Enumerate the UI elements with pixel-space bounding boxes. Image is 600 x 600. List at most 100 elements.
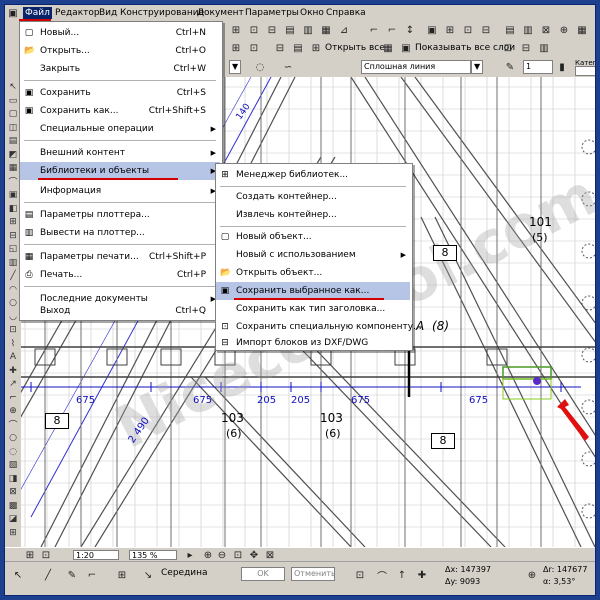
origin-icon[interactable]: ⊕ bbox=[525, 568, 539, 582]
scale-field[interactable]: 1:20 bbox=[73, 550, 119, 560]
toolbox-tool-icon[interactable]: ▦ bbox=[7, 162, 19, 174]
toolbox-tool-icon[interactable]: ◡ bbox=[7, 311, 19, 323]
line-icon[interactable]: ╱ bbox=[41, 568, 55, 582]
toolbox-tool-icon[interactable]: ○ bbox=[7, 432, 19, 444]
toolbox-tool-icon[interactable]: ⊞ bbox=[7, 527, 19, 539]
fit-window-icon[interactable]: ⊠ bbox=[263, 548, 277, 562]
show-layers-icon[interactable]: ▣ bbox=[399, 41, 413, 55]
tool-icon[interactable]: ⊡ bbox=[247, 23, 261, 37]
zoom-field[interactable]: 135 % bbox=[129, 550, 177, 560]
menu-edit[interactable]: Редактор bbox=[53, 7, 102, 19]
snap-icon[interactable]: ↘ bbox=[141, 568, 155, 582]
toolbox-tool-icon[interactable]: ⌒ bbox=[7, 176, 19, 188]
zoom-dropdown-icon[interactable]: ▸ bbox=[183, 548, 197, 562]
pen-number-field[interactable]: 1 bbox=[523, 60, 553, 74]
tool-icon[interactable]: ⌒ bbox=[375, 568, 389, 583]
toolbox-tool-icon[interactable]: ◪ bbox=[7, 513, 19, 525]
tool-icon[interactable]: ⊿ bbox=[337, 23, 351, 37]
toolbox-tool-icon[interactable]: ◧ bbox=[7, 203, 19, 215]
zoom-window-icon[interactable]: ⊡ bbox=[231, 548, 245, 562]
zoom-out-icon[interactable]: ⊖ bbox=[215, 548, 229, 562]
tool-icon[interactable]: ⌐ bbox=[367, 23, 381, 37]
menu-item-print-setup[interactable]: ▦ Параметры печати... Ctrl+Shift+P bbox=[20, 248, 220, 266]
tool-icon[interactable]: ⊟ bbox=[479, 23, 493, 37]
toolbox-tool-icon[interactable]: ◫ bbox=[7, 122, 19, 134]
toolbox-tool-icon[interactable]: ◌ bbox=[7, 446, 19, 458]
menu-item-plot[interactable]: ▥ Вывести на плоттер... bbox=[20, 224, 220, 242]
menu-item-information[interactable]: Информация ▶ bbox=[20, 182, 220, 200]
menu-item-save[interactable]: ▣ Сохранить Ctrl+S bbox=[20, 84, 220, 102]
tool-icon[interactable]: ⊞ bbox=[443, 23, 457, 37]
toolbox-tool-icon[interactable]: ○ bbox=[7, 297, 19, 309]
tool-icon[interactable]: ↑ bbox=[395, 568, 409, 582]
layers-icon[interactable]: ▦ bbox=[381, 41, 395, 55]
menu-file[interactable]: Файл bbox=[23, 7, 52, 19]
menu-design[interactable]: Конструирование bbox=[118, 7, 206, 19]
zoom-in-icon[interactable]: ⊕ bbox=[201, 548, 215, 562]
menu-item-create-container[interactable]: Создать контейнер... bbox=[216, 188, 410, 206]
toolbox-tool-icon[interactable]: ▤ bbox=[7, 135, 19, 147]
toolbox-tool-icon[interactable]: ⌒ bbox=[7, 419, 19, 431]
line-type-dropdown-arrow[interactable]: ▼ bbox=[471, 60, 483, 74]
toolbox-tool-icon[interactable]: ↖ bbox=[7, 81, 19, 93]
grid-snap-icon[interactable]: ⊞ bbox=[115, 568, 129, 582]
menu-item-extract-container[interactable]: Извлечь контейнер... bbox=[216, 206, 410, 224]
snap-icon[interactable]: ⌐ bbox=[85, 568, 99, 582]
menu-window[interactable]: Окно bbox=[298, 7, 326, 19]
cancel-button[interactable]: Отменить bbox=[291, 567, 335, 581]
menu-item-new-object[interactable]: ▢ Новый объект... bbox=[216, 228, 410, 246]
tool-icon[interactable]: ⊡ bbox=[353, 568, 367, 582]
tool-icon[interactable]: ⊞ bbox=[229, 23, 243, 37]
toolbox-tool-icon[interactable]: ⌇ bbox=[7, 338, 19, 350]
open-all-icon[interactable]: ⊞ bbox=[309, 41, 323, 55]
menu-document[interactable]: Документ bbox=[195, 7, 246, 19]
pointer-icon[interactable]: ↖ bbox=[11, 568, 25, 582]
menu-help[interactable]: Справка bbox=[324, 7, 368, 19]
tool-icon[interactable]: ⊕ bbox=[557, 23, 571, 37]
toolbox-tool-icon[interactable]: ✚ bbox=[7, 365, 19, 377]
menu-item-close[interactable]: Закрыть Ctrl+W bbox=[20, 60, 220, 78]
tool-icon[interactable]: ↕ bbox=[403, 23, 417, 37]
tool-icon[interactable]: ▣ bbox=[425, 23, 439, 37]
layers-icon[interactable]: ⊡ bbox=[39, 548, 53, 562]
toolbox-tool-icon[interactable]: ⊠ bbox=[7, 486, 19, 498]
tool-icon[interactable]: ▤ bbox=[291, 41, 305, 55]
tool-icon[interactable]: ▥ bbox=[537, 41, 551, 55]
tool-icon[interactable]: ⊟ bbox=[273, 41, 287, 55]
tool-icon[interactable]: ▤ bbox=[503, 23, 517, 37]
menu-item-special-ops[interactable]: Специальные операции ▶ bbox=[20, 120, 220, 138]
tool-icon[interactable]: ⊟ bbox=[519, 41, 533, 55]
menu-item-import-dxf-blocks[interactable]: ⊟ Импорт блоков из DXF/DWG bbox=[216, 334, 410, 352]
menu-item-library-manager[interactable]: ⊞ Менеджер библиотек... bbox=[216, 166, 410, 184]
toolbox-tool-icon[interactable]: ▧ bbox=[7, 459, 19, 471]
toolbox-tool-icon[interactable]: ↗ bbox=[7, 378, 19, 390]
toolbox-tool-icon[interactable]: ◨ bbox=[7, 473, 19, 485]
toolbox-tool-icon[interactable]: ◩ bbox=[7, 149, 19, 161]
toolbox-tool-icon[interactable]: ▥ bbox=[7, 257, 19, 269]
tool-icon[interactable]: ⊡ bbox=[461, 23, 475, 37]
tool-icon[interactable]: ⊡ bbox=[247, 41, 261, 55]
menu-item-new[interactable]: ▢ Новый... Ctrl+N bbox=[20, 24, 220, 42]
tool-icon[interactable]: ▦ bbox=[319, 23, 333, 37]
open-all-button[interactable]: Открыть все bbox=[325, 41, 385, 55]
tool-icon[interactable]: ⌐ bbox=[385, 23, 399, 37]
toolbox-tool-icon[interactable]: ◠ bbox=[7, 284, 19, 296]
menu-options[interactable]: Параметры bbox=[243, 7, 301, 19]
menu-item-new-using[interactable]: Новый с использованием ▶ bbox=[216, 246, 410, 264]
tool-icon[interactable]: ⊟ bbox=[265, 23, 279, 37]
curve-icon[interactable]: ∽ bbox=[281, 60, 295, 74]
menu-view[interactable]: Вид bbox=[97, 7, 119, 19]
tool-icon[interactable]: ⊠ bbox=[539, 23, 553, 37]
arc-icon[interactable]: ◌ bbox=[253, 60, 267, 74]
menu-item-exit[interactable]: Выход Ctrl+Q bbox=[20, 302, 220, 320]
toolbox-tool-icon[interactable]: ⊡ bbox=[7, 324, 19, 336]
fit-icon[interactable]: ⊞ bbox=[23, 548, 37, 562]
menu-item-plotter-setup[interactable]: ▤ Параметры плоттера... bbox=[20, 206, 220, 224]
pen-icon[interactable]: ✎ bbox=[503, 60, 517, 74]
toolbox-tool-icon[interactable]: ◱ bbox=[7, 243, 19, 255]
toolbox-tool-icon[interactable]: A bbox=[7, 351, 19, 363]
tool-icon[interactable]: ▥ bbox=[521, 23, 535, 37]
pen-color-icon[interactable]: ▮ bbox=[555, 60, 569, 74]
tool-icon[interactable]: ⊞ bbox=[229, 41, 243, 55]
toolbox-tool-icon[interactable]: ▣ bbox=[7, 189, 19, 201]
